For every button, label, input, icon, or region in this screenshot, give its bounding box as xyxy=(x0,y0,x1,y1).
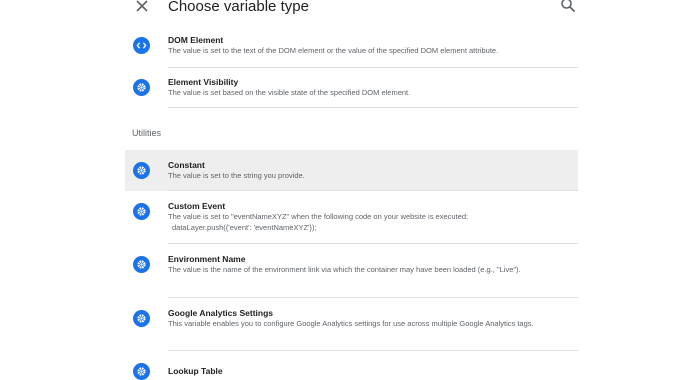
dialog-header: Choose variable type xyxy=(0,0,700,22)
variable-type-name: Constant xyxy=(168,160,205,170)
variable-type-name: DOM Element xyxy=(168,35,224,45)
variable-type-description: The value is set to the text of the DOM … xyxy=(168,46,499,55)
variable-type-constant[interactable]: Constant The value is set to the string … xyxy=(125,150,578,191)
variable-type-environment-name[interactable]: Environment Name The value is the name o… xyxy=(125,244,578,298)
gear-icon xyxy=(133,363,150,380)
code-icon xyxy=(133,37,150,54)
variable-type-dom-element[interactable]: DOM Element The value is set to the text… xyxy=(125,28,578,68)
variable-type-description: The value is set to "eventNameXYZ" when … xyxy=(168,212,469,221)
gear-icon xyxy=(133,203,150,220)
variable-type-name: Element Visibility xyxy=(168,77,239,87)
variable-type-description: The value is the name of the environment… xyxy=(168,265,521,274)
dialog-title: Choose variable type xyxy=(168,0,309,15)
close-icon xyxy=(136,0,148,12)
variable-type-lookup-table[interactable]: Lookup Table xyxy=(125,351,578,380)
gear-icon xyxy=(133,162,150,179)
variable-type-google-analytics-settings[interactable]: Google Analytics Settings This variable … xyxy=(125,298,578,351)
divider xyxy=(168,107,578,108)
variable-type-description: The value is set based on the visible st… xyxy=(168,88,411,97)
close-button[interactable] xyxy=(133,0,151,15)
variable-type-element-visibility[interactable]: Element Visibility The value is set base… xyxy=(125,68,578,108)
search-button[interactable] xyxy=(560,0,576,13)
variable-type-name: Custom Event xyxy=(168,201,226,211)
search-icon xyxy=(561,0,576,13)
gear-icon xyxy=(133,310,150,327)
gear-icon xyxy=(133,79,150,96)
variable-type-name: Google Analytics Settings xyxy=(168,308,274,318)
variable-type-description: This variable enables you to configure G… xyxy=(168,319,534,328)
gear-icon xyxy=(133,256,150,273)
variable-type-custom-event[interactable]: Custom Event The value is set to "eventN… xyxy=(125,191,578,244)
code-snippet: dataLayer.push({'event': 'eventNameXYZ'}… xyxy=(172,223,317,232)
section-heading-utilities: Utilities xyxy=(132,128,162,138)
variable-type-name: Environment Name xyxy=(168,254,246,264)
variable-type-name: Lookup Table xyxy=(168,366,223,376)
variable-type-description: The value is set to the string you provi… xyxy=(168,171,305,180)
